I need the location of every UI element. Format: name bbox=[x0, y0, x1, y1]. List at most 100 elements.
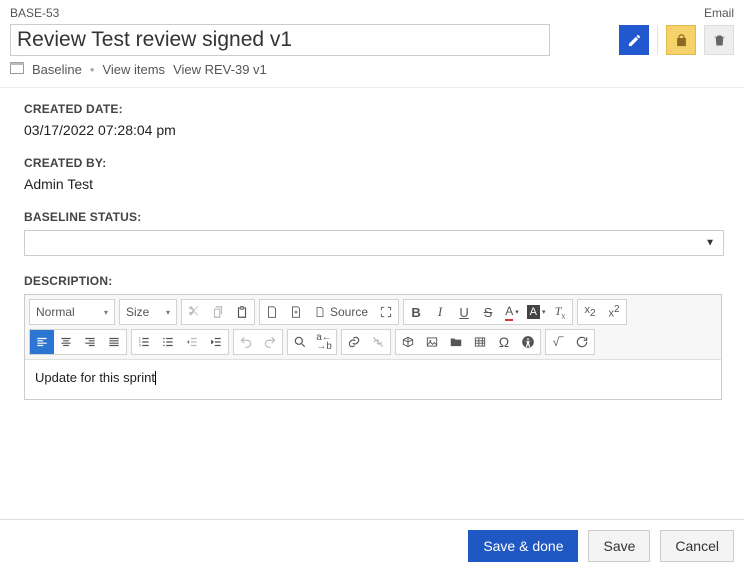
bold-button[interactable]: B bbox=[404, 300, 428, 324]
italic-icon: I bbox=[438, 304, 442, 320]
add-item-button[interactable] bbox=[396, 330, 420, 354]
save-done-button[interactable]: Save & done bbox=[468, 530, 578, 562]
numbered-list-button[interactable]: 123 bbox=[132, 330, 156, 354]
created-date-label: CREATED DATE: bbox=[24, 102, 720, 116]
divider bbox=[657, 25, 658, 55]
paste-icon bbox=[235, 305, 249, 319]
bg-color-icon: A bbox=[527, 305, 540, 319]
window-icon bbox=[10, 62, 24, 74]
baseline-icon bbox=[10, 62, 24, 77]
outdent-button[interactable] bbox=[180, 330, 204, 354]
page-plus-icon bbox=[289, 305, 303, 319]
text-color-icon: A bbox=[505, 304, 513, 321]
item-id: BASE-53 bbox=[10, 6, 59, 20]
table-button[interactable] bbox=[468, 330, 492, 354]
indent-button[interactable] bbox=[204, 330, 228, 354]
pencil-icon bbox=[627, 33, 642, 48]
undo-icon bbox=[239, 335, 253, 349]
bg-color-button[interactable]: A▾ bbox=[524, 300, 548, 324]
created-by-value: Admin Test bbox=[24, 176, 720, 192]
file-browser-button[interactable] bbox=[444, 330, 468, 354]
separator-dot: • bbox=[90, 62, 95, 77]
baseline-status-label: BASELINE STATUS: bbox=[24, 210, 720, 224]
size-dropdown[interactable]: Size ▾ bbox=[119, 299, 177, 325]
refresh-button[interactable] bbox=[570, 330, 594, 354]
rich-text-editor: Normal ▾ Size ▾ Source bbox=[24, 294, 722, 400]
lock-button[interactable] bbox=[666, 25, 696, 55]
align-left-button[interactable] bbox=[30, 330, 54, 354]
italic-button[interactable]: I bbox=[428, 300, 452, 324]
indent-icon bbox=[209, 335, 223, 349]
size-dropdown-label: Size bbox=[126, 305, 149, 319]
folder-icon bbox=[449, 335, 463, 349]
image-icon bbox=[425, 335, 439, 349]
templates-button[interactable] bbox=[284, 300, 308, 324]
align-justify-button[interactable] bbox=[102, 330, 126, 354]
email-link[interactable]: Email bbox=[704, 6, 734, 20]
unlink-button[interactable] bbox=[366, 330, 390, 354]
align-center-icon bbox=[59, 335, 73, 349]
remove-format-button[interactable]: Tx bbox=[548, 300, 572, 324]
link-button[interactable] bbox=[342, 330, 366, 354]
underline-icon: U bbox=[459, 305, 468, 320]
created-by-label: CREATED BY: bbox=[24, 156, 720, 170]
cut-button[interactable] bbox=[182, 300, 206, 324]
replace-icon: a←→b bbox=[316, 333, 332, 351]
editor-content[interactable]: Update for this sprint bbox=[25, 359, 721, 399]
accessibility-icon bbox=[521, 335, 535, 349]
maximize-button[interactable] bbox=[374, 300, 398, 324]
undo-button[interactable] bbox=[234, 330, 258, 354]
subscript-button[interactable]: x2 bbox=[578, 300, 602, 324]
align-left-icon bbox=[35, 335, 49, 349]
bullet-list-button[interactable] bbox=[156, 330, 180, 354]
sqrt-icon: √‾ bbox=[553, 335, 564, 349]
view-items-link[interactable]: View items bbox=[102, 62, 165, 77]
find-button[interactable] bbox=[288, 330, 312, 354]
redo-button[interactable] bbox=[258, 330, 282, 354]
editor-text: Update for this sprint bbox=[35, 370, 156, 385]
superscript-button[interactable]: x2 bbox=[602, 300, 626, 324]
math-button[interactable]: √‾ bbox=[546, 330, 570, 354]
redo-icon bbox=[263, 335, 277, 349]
save-button[interactable]: Save bbox=[588, 530, 650, 562]
special-char-button[interactable]: Ω bbox=[492, 330, 516, 354]
new-page-button[interactable] bbox=[260, 300, 284, 324]
source-button[interactable]: Source bbox=[308, 300, 374, 324]
refresh-icon bbox=[575, 335, 589, 349]
strike-icon: S bbox=[484, 305, 493, 320]
page-icon bbox=[265, 305, 279, 319]
baseline-label: Baseline bbox=[32, 62, 82, 77]
omega-icon: Ω bbox=[499, 334, 509, 350]
underline-button[interactable]: U bbox=[452, 300, 476, 324]
strike-button[interactable]: S bbox=[476, 300, 500, 324]
replace-button[interactable]: a←→b bbox=[312, 330, 336, 354]
caret-down-icon: ▾ bbox=[515, 308, 519, 316]
align-right-button[interactable] bbox=[78, 330, 102, 354]
maximize-icon bbox=[379, 305, 393, 319]
accessibility-button[interactable] bbox=[516, 330, 540, 354]
description-label: DESCRIPTION: bbox=[24, 274, 720, 288]
copy-button[interactable] bbox=[206, 300, 230, 324]
link-icon bbox=[347, 335, 361, 349]
text-color-button[interactable]: A▾ bbox=[500, 300, 524, 324]
cancel-button[interactable]: Cancel bbox=[660, 530, 734, 562]
remove-format-icon: Tx bbox=[555, 304, 566, 320]
unlink-icon bbox=[371, 335, 385, 349]
caret-down-icon: ▾ bbox=[166, 308, 170, 317]
align-right-icon bbox=[83, 335, 97, 349]
paste-button[interactable] bbox=[230, 300, 254, 324]
baseline-status-select[interactable]: ▼ bbox=[24, 230, 724, 256]
view-rev-link[interactable]: View REV-39 v1 bbox=[173, 62, 267, 77]
title-input[interactable] bbox=[10, 24, 550, 56]
source-label: Source bbox=[330, 305, 368, 319]
delete-button[interactable] bbox=[704, 25, 734, 55]
format-dropdown[interactable]: Normal ▾ bbox=[29, 299, 115, 325]
trash-icon bbox=[712, 33, 727, 48]
align-center-button[interactable] bbox=[54, 330, 78, 354]
ul-icon bbox=[161, 335, 175, 349]
image-button[interactable] bbox=[420, 330, 444, 354]
align-justify-icon bbox=[107, 335, 121, 349]
table-icon bbox=[473, 335, 487, 349]
source-icon bbox=[314, 306, 326, 318]
edit-button[interactable] bbox=[619, 25, 649, 55]
